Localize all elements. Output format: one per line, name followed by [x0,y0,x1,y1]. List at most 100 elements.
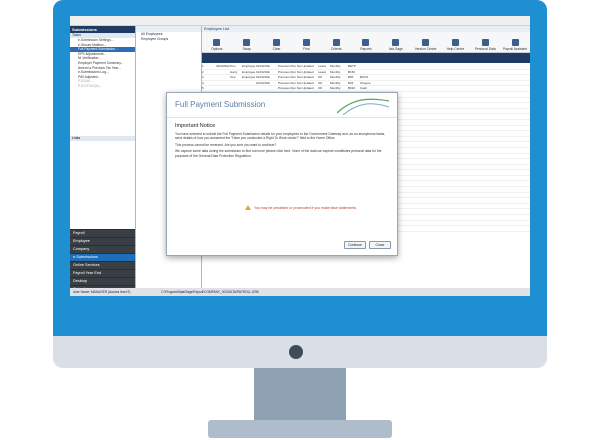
toolbar-button[interactable]: Options [202,39,232,52]
dialog-title-text: Full Payment Submission [175,100,266,109]
toolbar-button[interactable]: Criteria [321,39,351,52]
table-cell: Previous Run Not Updated [278,64,314,68]
table-cell: Leave [318,64,327,68]
warning-message: You may be penalised or prosecuted if yo… [245,205,357,210]
toolbar-button[interactable]: Help Centre [441,39,471,52]
toolbar-button[interactable]: Swap [232,39,262,52]
table-cell: ADAMSAndT [216,64,230,68]
table-cell [270,86,278,91]
table-cell: Monthly [330,80,341,85]
table-cell: Monthly [330,75,341,80]
table-cell: 2 [202,69,204,74]
table-cell: 1 [202,64,204,68]
toolbar-icon [243,39,251,46]
status-user: User Name: MANAGER (Access level 9) [73,290,131,294]
table-cell: 5 [202,86,204,91]
table-cell [372,86,382,91]
close-button[interactable]: Close [369,241,391,249]
table-cell [270,75,278,80]
toolbar-label: Personal Data [474,47,496,51]
table-cell: Tom [230,64,236,68]
dialog-paragraph-3: We capture some data during the submissi… [175,149,382,158]
toolbar-icon [362,39,370,46]
table-cell [270,64,278,69]
table-cell [360,64,372,69]
screen: FileViewDataWizardsFormulaeToolsAnalysis… [70,16,530,296]
nav-title: Submissions [70,26,135,33]
module-item[interactable]: Company [70,245,135,253]
table-cell: Cheque [360,80,371,85]
table-cell: Employee [242,64,256,68]
table-cell: Previous Run Not Updated [278,75,314,80]
table-cell: Previous Run Not Updated [278,86,314,91]
toolbar-button[interactable]: Version Centre [411,39,441,52]
task-item[interactable]: P11D/P11D(b)... [70,84,135,89]
warning-icon [245,205,251,210]
menu-bar: FileViewDataWizardsFormulaeToolsAnalysis… [70,16,530,30]
module-item[interactable]: Payroll Year End [70,269,135,277]
table-cell: OK [318,86,323,91]
table-cell [216,81,230,86]
table-cell: 4 [202,80,204,85]
toolbar-label: Criteria [330,47,342,51]
table-cell [360,70,372,75]
table-cell [256,86,270,91]
table-cell: 01/04/2022 [256,75,270,80]
table-cell: Cash [360,86,368,91]
table-cell [372,81,382,86]
module-item[interactable]: e-Submissions [70,253,135,261]
table-cell: Employee [242,69,256,74]
toolbar-button[interactable]: Find [291,39,321,52]
table-cell [230,81,242,86]
toolbar-button[interactable]: Payroll Assistant [500,39,530,52]
fps-dialog: Full Payment Submission Important Notice… [166,92,398,256]
table-cell: 3 [202,75,204,80]
module-item[interactable]: Employee [70,237,135,245]
table-cell: OK [318,75,323,80]
table-cell [372,64,382,69]
table-cell: Monthly [330,86,341,91]
toolbar-button[interactable]: Reports [351,39,381,52]
toolbar-icon [213,39,221,46]
table-cell [372,70,382,75]
links-panel: Links [70,136,135,141]
table-cell: 01/04/2022 [256,80,270,85]
toolbar-label: Payroll Assistant [502,47,528,51]
table-cell: BETP [348,64,356,68]
table-cell [372,75,382,80]
toolbar-button[interactable]: Personal Data [470,39,500,52]
swirl-logo-icon [337,98,389,115]
toolbar-label: Help Centre [446,47,465,51]
table-cell [242,86,256,91]
toolbar-icon [302,39,310,46]
table-cell: Leave [318,69,327,74]
toolbar-button[interactable]: Clear [262,39,292,52]
status-bar: User Name: MANAGER (Access level 9) C:\P… [70,288,530,296]
toolbar-icon [481,39,489,46]
continue-button[interactable]: Continue [344,241,366,249]
toolbar-icon [511,39,519,46]
dialog-paragraph-1: You have selected to submit the Full Pay… [175,132,386,141]
module-item[interactable]: Desktop [70,277,135,285]
table-cell: Monthly [330,64,341,68]
monitor-base [208,420,392,438]
toolbar-icon [392,39,400,46]
toolbar-label: Clear [272,47,281,51]
table-cell [230,86,242,91]
status-path: C:\ProgramData\Sage\Payroll\COMPANY_001\… [161,290,259,294]
toolbar-icon [273,39,281,46]
dialog-heading: Important Notice [175,123,216,129]
table-cell: OK [318,80,323,85]
toolbar: Options Swap Clear Find Criteria Reports Ask S… [202,32,530,53]
module-item[interactable]: Payroll [70,229,135,237]
table-cell: Employee [242,75,256,80]
tree-item-employee-groups[interactable]: Employee Groups [136,37,201,42]
table-cell: 01/04/2022 [256,69,270,74]
navigation-pane: Submissions Tasks e-Submission Settings.… [70,26,136,296]
module-item[interactable]: Online Services [70,261,135,269]
toolbar-label: Swap [242,47,251,51]
table-cell [270,81,278,86]
toolbar-button[interactable]: Ask Sage [381,39,411,52]
table-cell: B06 [348,75,354,80]
toolbar-label: Options [211,47,223,51]
